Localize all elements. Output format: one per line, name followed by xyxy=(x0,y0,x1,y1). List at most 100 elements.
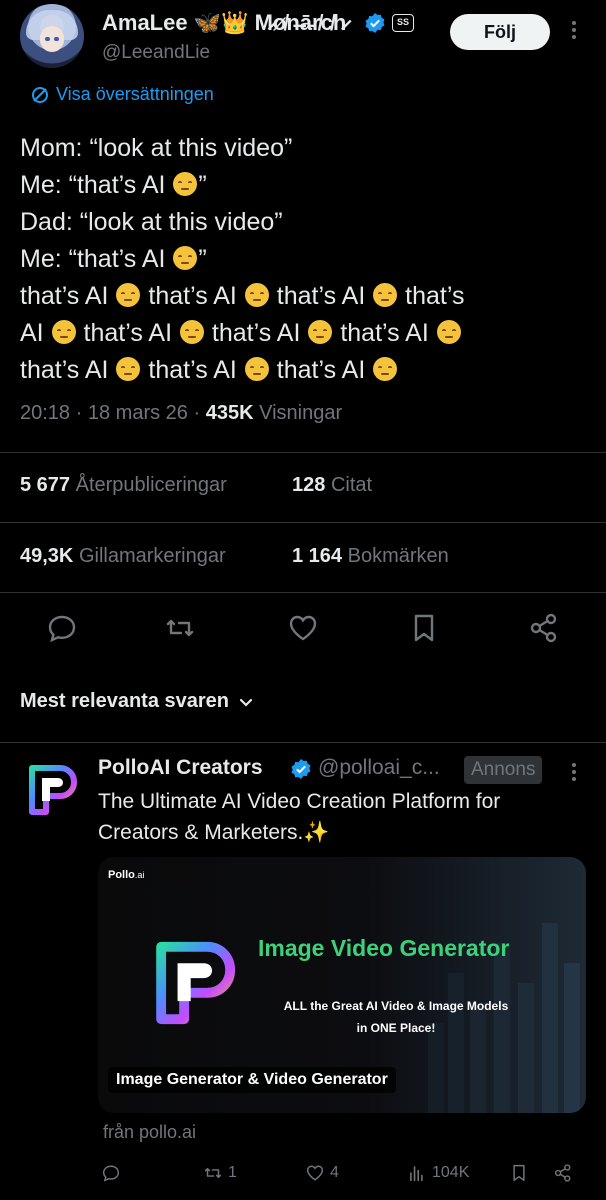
ad-media-card[interactable]: Pollo.ai Image Video Generator ALL the G… xyxy=(98,857,586,1113)
share-button[interactable] xyxy=(526,610,562,646)
avatar[interactable] xyxy=(20,4,84,68)
views-label: Visningar xyxy=(259,402,343,424)
share-icon xyxy=(530,613,557,643)
flushed-face-emoji-icon xyxy=(179,320,204,344)
bookmark-icon xyxy=(513,1164,525,1182)
chevron-down-icon xyxy=(239,698,253,707)
tweet-date[interactable]: 18 mars 26 xyxy=(88,402,188,424)
likes-stat[interactable]: 49,3K Gillamarkeringar xyxy=(20,545,226,568)
ad-badge: Annons xyxy=(464,756,543,784)
tweet-line: that’s AI xyxy=(20,282,116,310)
verified-badge-icon xyxy=(291,759,311,779)
follow-button[interactable]: Följ xyxy=(450,14,550,50)
polloai-logo-icon xyxy=(156,941,236,1025)
tweet-line: that’s AI xyxy=(148,282,244,310)
author-handle[interactable]: @LeeandLie xyxy=(102,42,210,64)
bookmarks-label: Bokmärken xyxy=(347,545,449,567)
tweet-line: that’s AI xyxy=(148,356,244,384)
reposts-count: 5 677 xyxy=(20,474,71,496)
tweet-line: that’s AI xyxy=(20,356,116,384)
flushed-face-emoji-icon xyxy=(116,357,141,381)
tweet-line: that’s xyxy=(405,282,465,310)
divider xyxy=(0,452,606,453)
flushed-face-emoji-icon xyxy=(173,172,198,196)
tweet-meta: 20:18 · 18 mars 26 · 435K Visningar xyxy=(20,402,342,425)
ad-like-button[interactable]: 4 xyxy=(304,1158,339,1188)
ad-action-bar: 1 4 104K xyxy=(98,1158,586,1188)
tweet-line: Dad: “look at this video” xyxy=(20,208,283,236)
tweet-line: Me: “that’s AI xyxy=(20,245,173,273)
tweet-time[interactable]: 20:18 xyxy=(20,402,70,424)
views-chart-icon xyxy=(410,1166,423,1182)
likes-count: 49,3K xyxy=(20,545,74,567)
card-subtext: ALL the Great AI Video & Image Models in… xyxy=(283,999,509,1035)
ad-reply-button[interactable] xyxy=(100,1158,126,1188)
ad-text: The Ultimate AI Video Creation Platform … xyxy=(98,790,501,844)
show-translation-label: Visa översättningen xyxy=(56,84,214,104)
like-icon xyxy=(289,615,317,641)
quotes-count: 128 xyxy=(292,474,326,496)
polloai-logo-icon[interactable] xyxy=(24,762,80,818)
flushed-face-emoji-icon xyxy=(51,320,76,344)
bookmarks-count: 1 164 xyxy=(292,545,343,567)
translate-icon xyxy=(32,86,48,103)
repost-icon xyxy=(166,619,194,637)
views-count: 435K xyxy=(205,402,254,424)
card-caption: Image Generator & Video Generator xyxy=(108,1067,396,1093)
reply-button[interactable] xyxy=(44,610,80,646)
bookmark-icon xyxy=(414,614,434,642)
divider xyxy=(0,522,606,523)
ad-views-button[interactable]: 104K xyxy=(406,1158,469,1188)
bookmark-button[interactable] xyxy=(406,610,442,646)
replies-sort-label: Mest relevanta svaren xyxy=(20,690,230,712)
closing-quote: ” xyxy=(198,171,207,199)
tweet-text: Mom: “look at this video” Me: “that’s AI… xyxy=(20,130,586,389)
show-translation-link[interactable]: Visa översättningen xyxy=(30,84,214,105)
meta-separator: · xyxy=(193,402,201,424)
replies-sort-dropdown[interactable]: Mest relevanta svaren xyxy=(20,690,255,713)
closing-quote: ” xyxy=(198,245,207,273)
share-icon xyxy=(554,1164,571,1182)
verified-badge-icon xyxy=(365,13,385,33)
ad-display-name[interactable]: PolloAI Creators xyxy=(98,756,263,780)
card-headline: Image Video Generator xyxy=(258,935,510,961)
ad-like-count: 4 xyxy=(330,1164,339,1181)
tweet-line: that’s AI xyxy=(276,282,373,310)
more-options-icon[interactable] xyxy=(566,18,582,46)
author-display-name[interactable]: AmaLee 🦋👑 M̷ø̸n̶ā̵r̸c̸h̷ xyxy=(102,10,346,36)
repost-icon xyxy=(204,1167,222,1179)
more-options-icon[interactable] xyxy=(566,760,582,788)
ad-share-button[interactable] xyxy=(552,1158,574,1188)
flushed-face-emoji-icon xyxy=(308,320,333,344)
reposts-label: Återpubliceringar xyxy=(75,474,227,496)
bookmarks-stat[interactable]: 1 164 Bokmärken xyxy=(292,545,449,568)
ad-repost-count: 1 xyxy=(228,1164,237,1181)
ad-handle[interactable]: @polloai_c... xyxy=(318,756,440,780)
reply-icon xyxy=(48,615,76,643)
divider xyxy=(0,592,606,593)
repost-button[interactable] xyxy=(162,610,198,646)
tweet-line: that’s AI xyxy=(211,319,308,347)
ad-source-link[interactable]: från pollo.ai xyxy=(103,1122,196,1143)
flushed-face-emoji-icon xyxy=(116,283,141,307)
tweet-line: that’s AI xyxy=(276,356,373,384)
tweet-line: AI xyxy=(20,319,51,347)
flushed-face-emoji-icon xyxy=(244,357,269,381)
flushed-face-emoji-icon xyxy=(373,357,398,381)
quotes-label: Citat xyxy=(330,474,373,496)
ad-bookmark-button[interactable] xyxy=(508,1158,530,1188)
reposts-stat[interactable]: 5 677 Återpubliceringar xyxy=(20,474,227,497)
tweet-line: Me: “that’s AI xyxy=(20,171,173,199)
flushed-face-emoji-icon xyxy=(173,246,198,270)
like-button[interactable] xyxy=(285,610,321,646)
tweet-line: that’s AI xyxy=(340,319,436,347)
tweet-line: that’s AI xyxy=(83,319,179,347)
card-brand: Pollo.ai xyxy=(108,869,145,881)
ad-views-count: 104K xyxy=(432,1164,470,1181)
quotes-stat[interactable]: 128 Citat xyxy=(292,474,372,497)
affiliate-badge-icon: SS xyxy=(392,14,414,32)
like-icon xyxy=(306,1165,324,1181)
ad-repost-button[interactable]: 1 xyxy=(202,1158,237,1188)
likes-label: Gillamarkeringar xyxy=(78,545,226,567)
tweet-line: Mom: “look at this video” xyxy=(20,134,293,162)
